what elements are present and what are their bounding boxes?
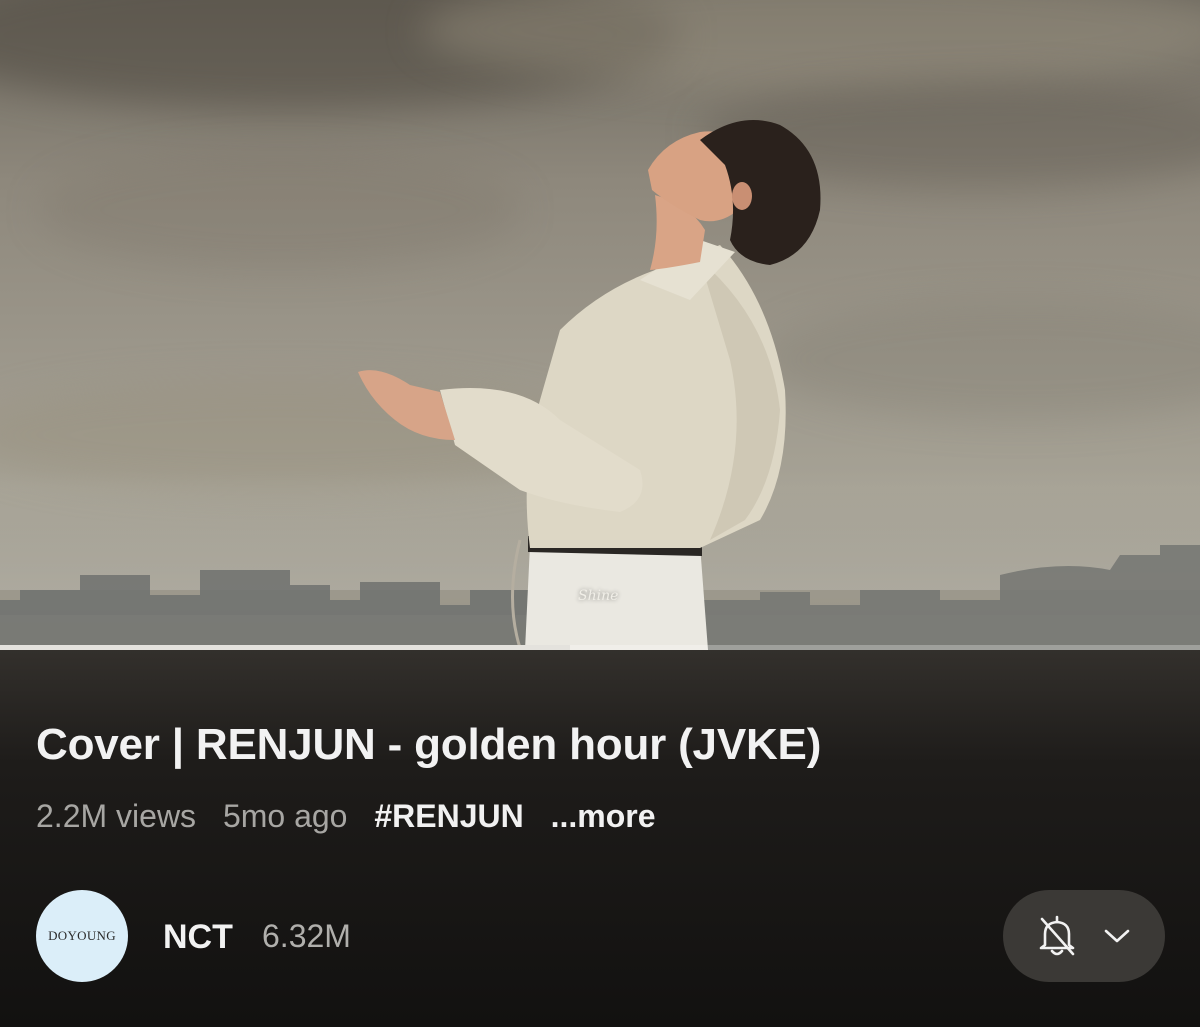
video-subtitle: Shine (578, 588, 619, 604)
video-title[interactable]: Cover | RENJUN - golden hour (JVKE) (36, 720, 821, 770)
more-button[interactable]: ...more (551, 798, 656, 834)
subscriber-count: 6.32M (262, 918, 351, 954)
singer-figure (358, 120, 821, 650)
view-count: 2.2M views (36, 798, 197, 834)
subscribed-notification-button[interactable] (1003, 890, 1165, 982)
bell-off-icon (1037, 914, 1077, 958)
video-player[interactable]: Shine (0, 0, 1200, 650)
hashtag-link[interactable]: #RENJUN (374, 798, 523, 834)
channel-name[interactable]: NCT (163, 918, 233, 957)
channel-row: DOYOUNG NCT 6.32M (36, 890, 1176, 982)
video-metadata[interactable]: 2.2M views 5mo ago #RENJUN ...more (36, 798, 656, 835)
video-watch-page: Shine Cover | RENJUN - golden hour (JVKE… (0, 0, 1200, 1027)
chevron-down-icon (1103, 927, 1131, 945)
upload-age: 5mo ago (222, 798, 348, 834)
video-info-panel: Cover | RENJUN - golden hour (JVKE) 2.2M… (0, 650, 1200, 1027)
avatar-label: DOYOUNG (48, 928, 116, 943)
channel-avatar[interactable]: DOYOUNG (36, 890, 128, 982)
